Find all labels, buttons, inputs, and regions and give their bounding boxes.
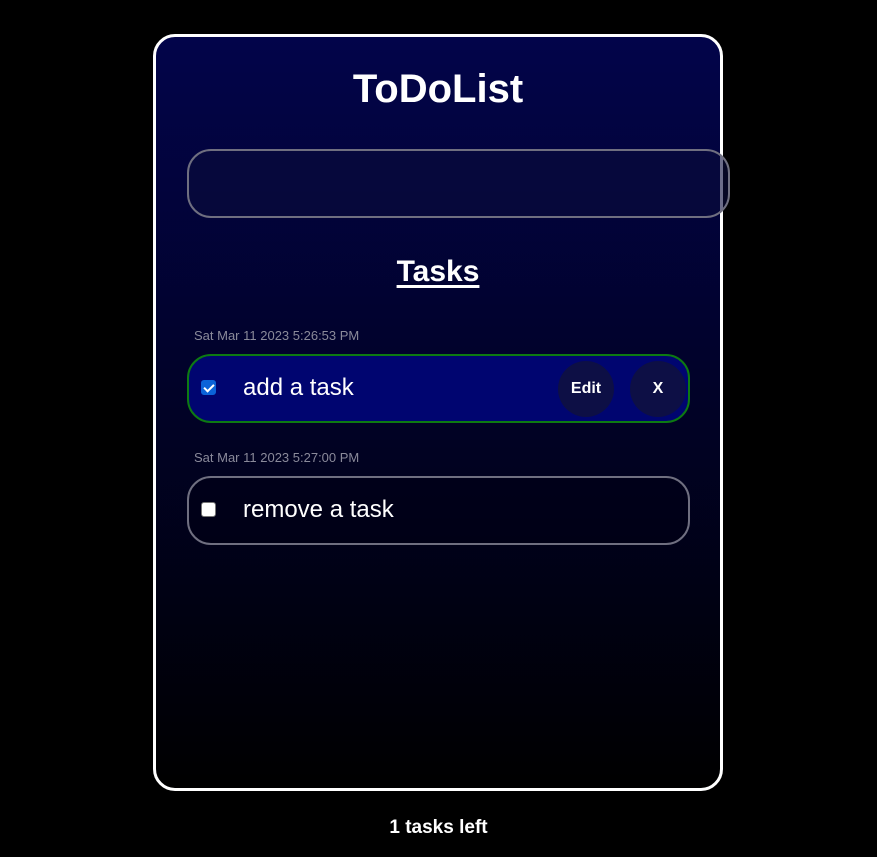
tasks-left-counter: 1 tasks left [389,817,488,838]
edit-task-button[interactable]: Edit [558,361,614,417]
task-text: remove a task [243,496,394,523]
new-task-input[interactable] [187,149,730,218]
todo-card: ToDoList Tasks Sat Mar 11 2023 5:26:53 P… [153,34,730,791]
task-timestamp: Sat Mar 11 2023 5:27:00 PM [194,450,360,465]
delete-task-button[interactable]: X [630,361,686,417]
task-complete-checkbox[interactable] [201,502,216,517]
task-text: add a task [243,374,354,401]
task-item: remove a task [187,476,690,545]
app-title: ToDoList [352,67,524,111]
tasks-heading: Tasks [396,255,480,288]
task-timestamp: Sat Mar 11 2023 5:26:53 PM [194,328,360,343]
task-item: add a task Edit X [187,354,690,423]
task-complete-checkbox[interactable] [201,380,216,395]
